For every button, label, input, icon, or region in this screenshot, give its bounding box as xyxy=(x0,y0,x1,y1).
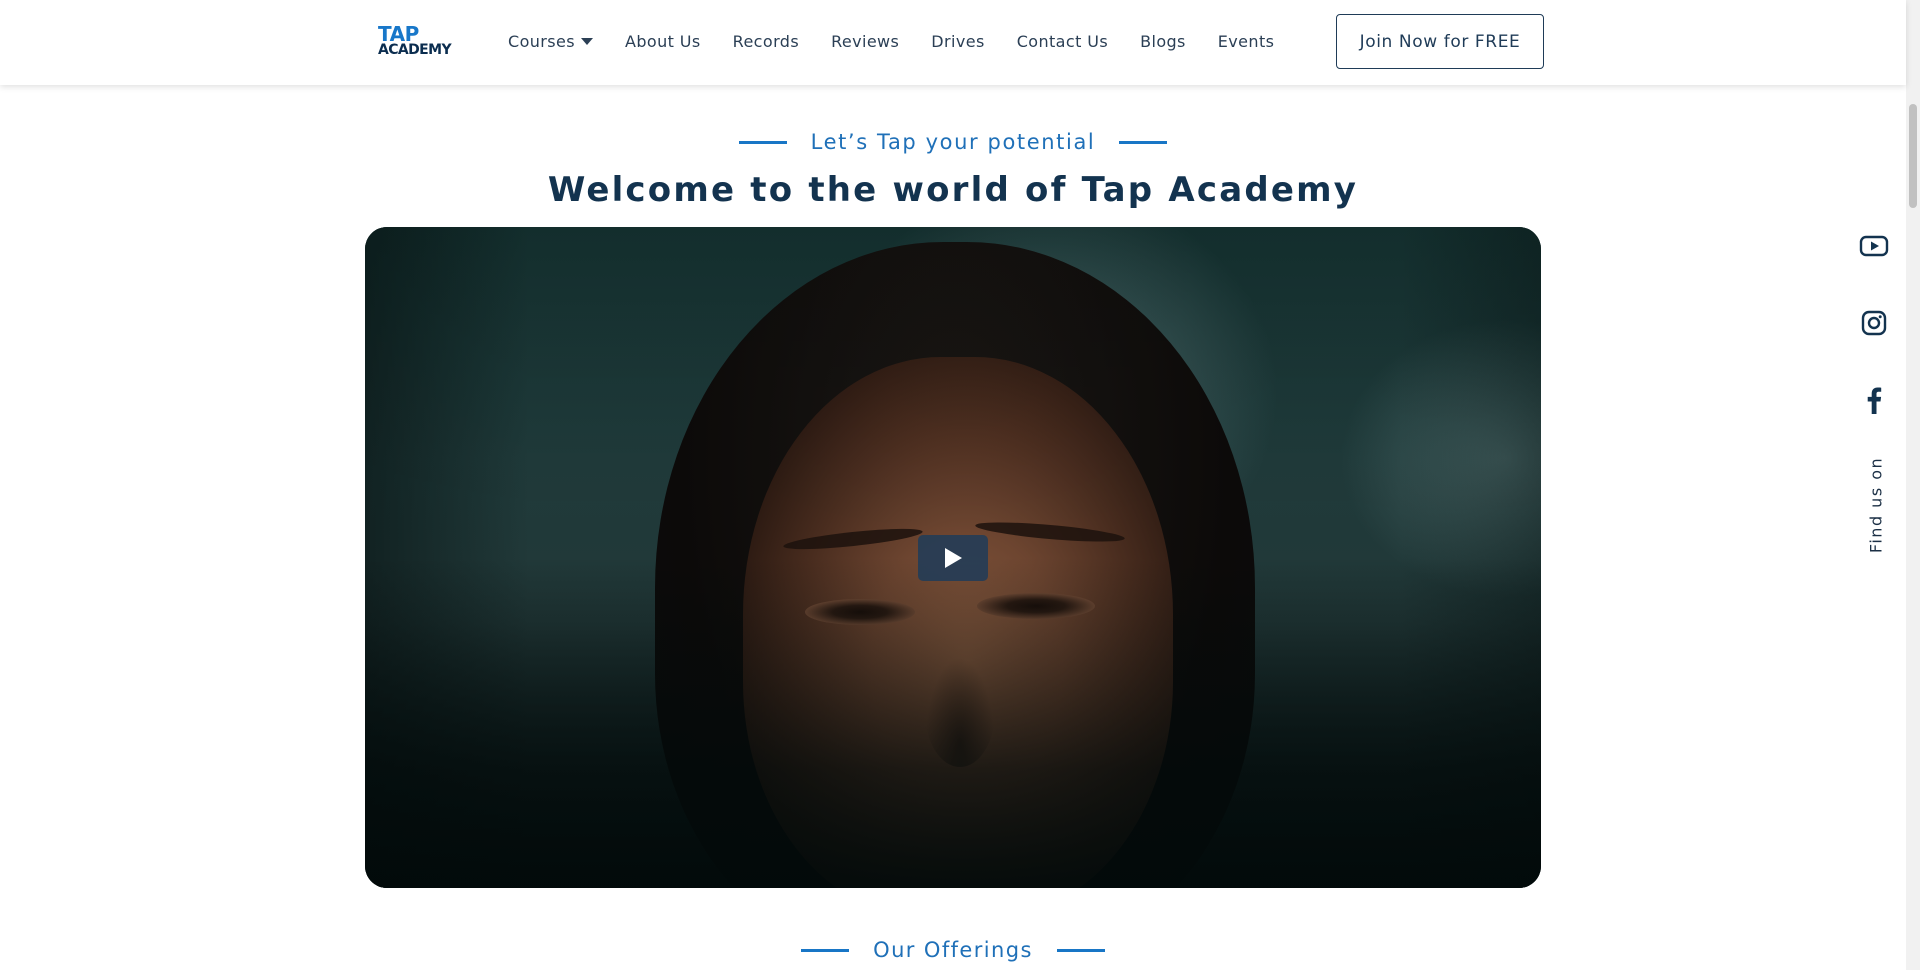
logo-text-top: TAP xyxy=(378,22,419,46)
play-button[interactable] xyxy=(918,535,988,581)
offerings-line-left xyxy=(801,948,850,952)
nav-item-contact-us[interactable]: Contact Us xyxy=(1017,32,1108,51)
tap-academy-logo[interactable]: TAP ACADEMY xyxy=(378,24,460,58)
offerings-line-right xyxy=(1056,948,1105,952)
nav-item-reviews[interactable]: Reviews xyxy=(831,32,899,51)
logo-text-bottom: ACADEMY xyxy=(378,42,452,58)
nav-item-label: Contact Us xyxy=(1016,31,1109,51)
facebook-link[interactable] xyxy=(1859,385,1889,415)
page-scrollbar[interactable] xyxy=(1906,0,1920,970)
eyebrow-text: Let’s Tap your potential xyxy=(810,130,1096,154)
join-now-button[interactable]: Join Now for FREE xyxy=(1336,14,1544,69)
offerings-heading: Our Offerings xyxy=(0,934,1906,966)
nav-item-label: Blogs xyxy=(1140,31,1186,51)
page-title: Welcome to the world of Tap Academy xyxy=(547,170,1359,210)
scrollbar-thumb[interactable] xyxy=(1909,104,1917,208)
nav-item-label: Events xyxy=(1217,31,1275,51)
find-us-on-text: Find us on xyxy=(1866,456,1886,554)
nav-item-label: Courses xyxy=(508,31,575,51)
nav-item-label: Reviews xyxy=(831,31,900,51)
eyebrow-line-right xyxy=(1119,140,1168,144)
nav-item-courses[interactable]: Courses xyxy=(508,32,593,51)
nav-item-records[interactable]: Records xyxy=(733,32,799,51)
main-nav: Courses About Us Records Reviews Drives … xyxy=(508,0,1306,82)
find-us-on-label: Find us on xyxy=(1864,455,1888,555)
instagram-icon xyxy=(1861,310,1887,336)
eyebrow-line-left xyxy=(738,140,787,144)
facebook-icon xyxy=(1867,387,1882,414)
instagram-link[interactable] xyxy=(1859,308,1889,338)
nav-item-label: Records xyxy=(732,31,800,51)
play-icon xyxy=(945,548,962,568)
hero-eyebrow: Let’s Tap your potential xyxy=(0,126,1906,158)
youtube-link[interactable] xyxy=(1859,231,1889,261)
intro-video-player[interactable] xyxy=(365,227,1541,888)
youtube-icon xyxy=(1859,235,1889,257)
nav-item-blogs[interactable]: Blogs xyxy=(1140,32,1186,51)
nav-item-events[interactable]: Events xyxy=(1218,32,1275,51)
nav-item-label: About Us xyxy=(625,31,701,51)
nav-item-label: Drives xyxy=(931,31,985,51)
offerings-heading-text: Our Offerings xyxy=(873,938,1033,962)
nav-item-about-us[interactable]: About Us xyxy=(625,32,701,51)
chevron-down-icon xyxy=(581,37,593,45)
nav-item-drives[interactable]: Drives xyxy=(931,32,984,51)
site-header: TAP ACADEMY Courses About Us Records Rev… xyxy=(0,0,1906,85)
